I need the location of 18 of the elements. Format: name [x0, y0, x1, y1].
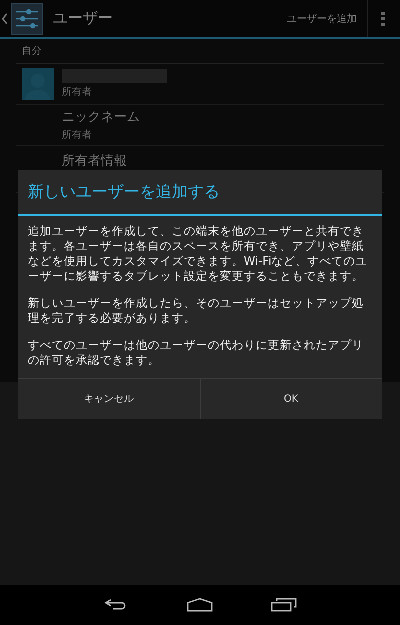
dialog-button[interactable]: OK — [200, 379, 382, 419]
dialog-button[interactable]: キャンセル — [18, 379, 200, 419]
row-title[interactable]: 所有者情報 — [62, 152, 127, 170]
row-subtitle: 所有者 — [62, 86, 93, 99]
settings-sliders-icon[interactable] — [11, 2, 43, 34]
row-subtitle: 所有者 — [62, 128, 93, 142]
home-icon[interactable] — [187, 598, 213, 612]
add-user-button[interactable]: ユーザーを追加 — [277, 0, 368, 37]
overflow-menu-icon[interactable] — [380, 10, 386, 26]
back-icon[interactable] — [1, 12, 9, 26]
dialog-message: すべてのユーザーは他のユーザーの代わりに更新されたアプリの許可を承認できます。 — [28, 338, 365, 368]
dialog-message: 追加ユーザーを作成して、この端末を他のユーザーと共有できます。各ユーザーは各自のスペースを所有でき、アプリや壁紙などを使用してカスタマイズできます。Wi-Fiなど、すべてのユーザーに影響するタブレット設定を変更することもできます。 — [28, 224, 369, 284]
screen-title: ユーザー — [53, 9, 114, 28]
recent-apps-icon[interactable] — [271, 598, 297, 612]
dialog-message: 新しいユーザーを作成したら、そのユーザーはセットアップ処理を完了する必要があります。 — [28, 296, 365, 326]
row-title[interactable]: ニックネーム — [62, 108, 140, 126]
dialog-title: 新しいユーザーを追加する — [18, 170, 382, 216]
section-header: 自分 — [16, 39, 384, 64]
